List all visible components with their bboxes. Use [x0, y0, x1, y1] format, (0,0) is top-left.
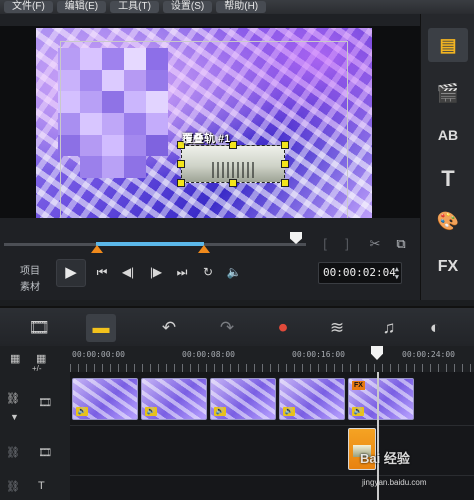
- previous-frame-icon[interactable]: ◀|: [118, 262, 138, 282]
- storyboard-view-icon[interactable]: 🎞: [24, 314, 54, 342]
- enlarge-icon[interactable]: ⧉: [392, 236, 410, 252]
- timecode-stepper-icon[interactable]: ▲ ▼: [395, 265, 399, 281]
- overlay-track-label: 覆叠轨 #1: [182, 133, 231, 145]
- menu-settings[interactable]: 设置(S): [162, 1, 213, 13]
- menu-edit[interactable]: 编辑(E): [56, 1, 107, 13]
- mode-project[interactable]: 项目: [20, 262, 40, 277]
- timecode-value: 00:00:02:04: [323, 266, 396, 279]
- resize-handle-tr[interactable]: [281, 141, 289, 149]
- next-frame-icon[interactable]: |▶: [146, 262, 166, 282]
- scrubber-area: [ ] ✂ ⧉: [0, 218, 420, 253]
- overlay-track-icon: 🎞: [38, 447, 52, 459]
- auto-music-icon[interactable]: ♫: [374, 314, 404, 342]
- trim-start-marker[interactable]: [91, 245, 103, 253]
- redo-icon[interactable]: ↷: [212, 314, 242, 342]
- video-clip[interactable]: 🔊: [210, 378, 276, 420]
- zoom-label[interactable]: +/-: [32, 364, 42, 373]
- overlay-track-lock-icon[interactable]: ⛓: [6, 446, 20, 459]
- video-track-icon: 🎞: [38, 397, 52, 409]
- split-icon[interactable]: ✂: [366, 236, 384, 252]
- resize-handle-bc[interactable]: [229, 179, 237, 187]
- mode-clip[interactable]: 素材: [20, 278, 40, 293]
- filter-icon[interactable]: FX: [428, 250, 468, 284]
- overlay-clip-preview[interactable]: [181, 145, 285, 183]
- motion-tracking-icon[interactable]: ◐: [420, 314, 450, 342]
- title-track-icon: T: [38, 480, 45, 492]
- video-track: 🔊 🔊 🔊 🔊 FX 🔊: [70, 372, 474, 426]
- video-clip[interactable]: FX 🔊: [348, 378, 414, 420]
- ruler-label: 00:00:24:00: [402, 350, 455, 359]
- end-icon[interactable]: ⏭: [172, 262, 192, 282]
- preview-frame[interactable]: 覆叠轨 #1: [36, 28, 372, 232]
- mark-in-button[interactable]: [: [316, 236, 334, 252]
- video-clip[interactable]: 🔊: [141, 378, 207, 420]
- ruler-label: 00:00:00:00: [72, 350, 125, 359]
- playhead-handle[interactable]: [371, 346, 383, 360]
- overlay-track: [70, 426, 474, 476]
- transition-icon[interactable]: AB: [428, 118, 468, 152]
- trim-range: [96, 242, 204, 246]
- video-clip[interactable]: 🔊: [279, 378, 345, 420]
- home-icon[interactable]: ⏮: [92, 262, 112, 282]
- instant-project-icon[interactable]: 🎬: [428, 76, 468, 110]
- timeline-view-icon[interactable]: ▬: [86, 314, 116, 342]
- resize-handle-br[interactable]: [281, 179, 289, 187]
- timeline-toolbar: 🎞 ▬ ↶ ↷ ⏺ ≋ ♫ ◐: [0, 306, 474, 346]
- fx-badge: FX: [352, 381, 365, 390]
- play-button[interactable]: ▶: [56, 259, 86, 287]
- timeline-ruler[interactable]: 00:00:00:00 00:00:08:00 00:00:16:00 00:0…: [70, 346, 474, 372]
- video-clip[interactable]: 🔊: [72, 378, 138, 420]
- mark-out-button[interactable]: ]: [338, 236, 356, 252]
- record-capture-icon[interactable]: ⏺: [268, 314, 298, 342]
- library-sidebar: ▤ 🎬 AB T 🎨 FX: [420, 14, 474, 300]
- title-icon[interactable]: T: [428, 162, 468, 196]
- resize-handle-mr[interactable]: [281, 160, 289, 168]
- menu-help[interactable]: 帮助(H): [216, 1, 267, 13]
- timecode-field[interactable]: 00:00:02:04 ▲ ▼: [318, 262, 402, 284]
- ruler-label: 00:00:16:00: [292, 350, 345, 359]
- watermark-brand: Bai 经验: [360, 451, 410, 466]
- video-track-expand-icon[interactable]: ▼: [10, 412, 19, 422]
- audio-icon: 🔊: [145, 407, 157, 416]
- audio-icon: 🔊: [352, 407, 364, 416]
- repeat-icon[interactable]: ↻: [198, 262, 218, 282]
- title-track-lock-icon[interactable]: ⛓: [6, 480, 20, 493]
- audio-icon: 🔊: [76, 407, 88, 416]
- resize-handle-ml[interactable]: [177, 160, 185, 168]
- player-panel: 覆叠轨 #1 [ ] ✂ ⧉ 项目 素材 ▶ ⏮ ◀| |▶ ⏭ ↻ 🔈 00:…: [0, 14, 420, 300]
- menu-file[interactable]: 文件(F): [4, 1, 53, 13]
- video-track-lock-icon[interactable]: ⛓: [6, 392, 20, 405]
- resize-handle-bl[interactable]: [177, 179, 185, 187]
- sound-mixer-icon[interactable]: ≋: [322, 314, 352, 342]
- trees-image: [212, 162, 256, 178]
- audio-icon: 🔊: [214, 407, 226, 416]
- graphics-icon[interactable]: 🎨: [428, 204, 468, 238]
- menu-tools[interactable]: 工具(T): [110, 1, 159, 13]
- undo-icon[interactable]: ↶: [154, 314, 184, 342]
- menu-bar: 文件(F) 编辑(E) 工具(T) 设置(S) 帮助(H): [0, 0, 474, 14]
- ruler-label: 00:00:08:00: [182, 350, 235, 359]
- ruler-ticks: [70, 364, 474, 372]
- audio-icon: 🔊: [283, 407, 295, 416]
- track-manager-icon[interactable]: ▦: [10, 352, 20, 365]
- watermark-url: jingyan.baidu.com: [362, 478, 427, 487]
- trim-end-marker[interactable]: [198, 245, 210, 253]
- track-headers: ▦ ▦ +/- ⛓ 🎞 ▼ ⛓ 🎞 ⛓ T: [0, 346, 70, 500]
- playback-controls: 项目 素材 ▶ ⏮ ◀| |▶ ⏭ ↻ 🔈 00:00:02:04 ▲ ▼: [0, 254, 420, 294]
- volume-icon[interactable]: 🔈: [224, 262, 244, 282]
- media-library-icon[interactable]: ▤: [428, 28, 468, 62]
